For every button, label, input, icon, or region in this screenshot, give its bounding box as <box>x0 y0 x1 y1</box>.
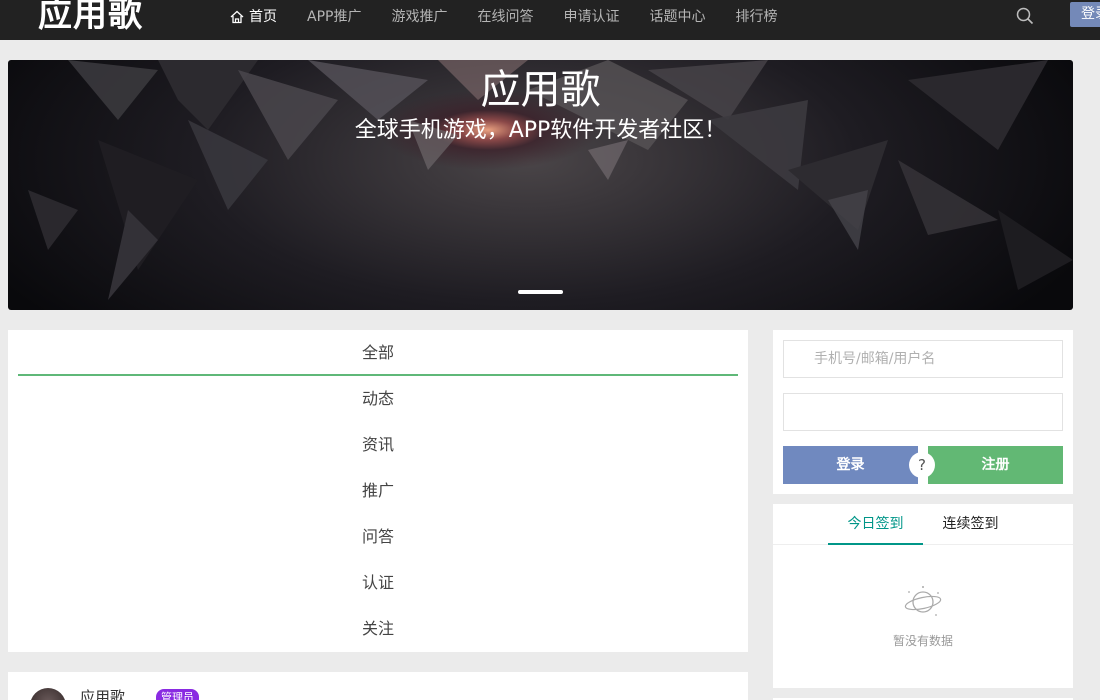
hero-banner[interactable]: 应用歌 全球手机游戏，APP软件开发者社区！ <box>8 60 1073 310</box>
category-panel: 全部 动态 资讯 推广 问答 认证 关注 <box>8 330 748 652</box>
site-logo[interactable]: 应用歌 <box>38 0 143 37</box>
category-certified[interactable]: 认证 <box>18 560 738 606</box>
nav-item-label: 首页 <box>249 9 277 25</box>
help-icon[interactable]: ? <box>909 452 935 478</box>
post-author[interactable]: 应用歌 <box>80 686 125 700</box>
nav-item-topics[interactable]: 话题中心 <box>649 0 705 40</box>
admin-badge: 管理员 <box>156 689 199 700</box>
nav-item-certification[interactable]: 申请认证 <box>563 0 619 40</box>
sign-in-panel: 今日签到 连续签到 暂没有数据 <box>773 504 1073 688</box>
banner-title: 应用歌 <box>480 67 601 113</box>
tab-today-sign-in[interactable]: 今日签到 <box>828 504 923 545</box>
avatar[interactable] <box>30 688 66 700</box>
carousel-indicator[interactable] <box>518 290 563 294</box>
home-icon <box>230 10 244 24</box>
category-promotion[interactable]: 推广 <box>18 468 738 514</box>
main-nav: 首页 APP推广 游戏推广 在线问答 申请认证 话题中心 排行榜 <box>230 0 807 40</box>
category-following[interactable]: 关注 <box>18 606 738 652</box>
banner-subtitle: 全球手机游戏，APP软件开发者社区！ <box>354 118 727 143</box>
register-button[interactable]: 注册 <box>928 446 1063 484</box>
category-feed[interactable]: 动态 <box>18 376 738 422</box>
nav-item-qa[interactable]: 在线问答 <box>477 0 533 40</box>
empty-state-text: 暂没有数据 <box>892 634 953 648</box>
password-input[interactable] <box>783 393 1063 431</box>
post-card: 应用歌 管理员 <box>8 672 748 700</box>
tab-streak-sign-in[interactable]: 连续签到 <box>923 504 1018 545</box>
username-input[interactable] <box>783 340 1063 378</box>
login-button[interactable]: 登录 <box>783 446 918 484</box>
nav-item-ranking[interactable]: 排行榜 <box>735 0 777 40</box>
top-navbar: 应用歌 首页 APP推广 游戏推广 在线问答 申请认证 话题中心 排行榜 登录 <box>0 0 1100 40</box>
category-all[interactable]: 全部 <box>18 330 738 376</box>
category-news[interactable]: 资讯 <box>18 422 738 468</box>
planet-icon <box>904 586 942 616</box>
nav-item-app-promo[interactable]: APP推广 <box>307 0 361 40</box>
header-login-button[interactable]: 登录 <box>1070 2 1100 27</box>
login-panel: 登录 注册 ? <box>773 330 1073 494</box>
search-icon[interactable] <box>1015 6 1035 26</box>
sign-in-tabs: 今日签到 连续签到 <box>773 504 1073 545</box>
nav-item-home[interactable]: 首页 <box>230 0 277 40</box>
nav-item-game-promo[interactable]: 游戏推广 <box>391 0 447 40</box>
category-qa[interactable]: 问答 <box>18 514 738 560</box>
